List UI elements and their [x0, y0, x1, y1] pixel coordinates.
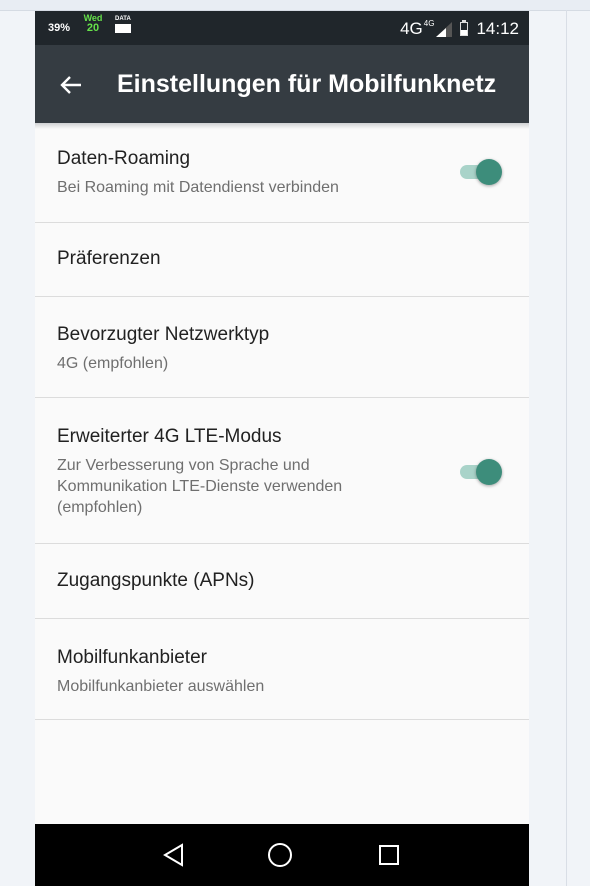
status-right: 4G 4G 14:12 — [400, 19, 519, 39]
setting-preferred-network-type[interactable]: Bevorzugter Netzwerktyp 4G (empfohlen) — [35, 297, 529, 398]
clock: 14:12 — [476, 19, 519, 38]
navigation-bar — [35, 824, 529, 886]
network-type-small: 4G — [423, 18, 435, 28]
setting-title: Erweiterter 4G LTE-Modus — [57, 426, 282, 447]
nav-home-icon — [268, 843, 292, 867]
setting-subtitle: Zur Verbesserung von Sprache und Kommuni… — [57, 457, 343, 516]
browser-frame-top — [0, 0, 590, 11]
status-bar: 39% Wed 20 DATA 4G 4G 14:12 — [35, 11, 529, 45]
setting-preferences[interactable]: Präferenzen — [35, 223, 529, 297]
back-button[interactable] — [51, 65, 91, 105]
data-icon: DATA — [115, 16, 135, 36]
setting-title: Bevorzugter Netzwerktyp — [57, 324, 270, 345]
data-roaming-toggle[interactable] — [457, 157, 503, 187]
setting-subtitle: 4G (empfohlen) — [57, 355, 169, 372]
nav-home-button[interactable] — [265, 840, 295, 870]
nav-back-button[interactable] — [159, 840, 189, 870]
setting-data-roaming[interactable]: Daten-Roaming Bei Roaming mit Datendiens… — [35, 123, 529, 223]
nav-recents-button[interactable] — [374, 840, 404, 870]
setting-network-operators[interactable]: Mobilfunkanbieter Mobilfunkanbieter ausw… — [35, 619, 529, 720]
battery-icon — [460, 20, 469, 36]
setting-title: Zugangspunkte (APNs) — [57, 570, 255, 591]
network-type: 4G — [400, 19, 423, 38]
phone-screen: 39% Wed 20 DATA 4G 4G 14:12 Einstellunge… — [35, 11, 529, 886]
setting-enhanced-4g-lte[interactable]: Erweiterter 4G LTE-Modus Zur Verbesserun… — [35, 398, 529, 544]
date-indicator: Wed 20 — [81, 14, 105, 34]
enhanced-lte-toggle[interactable] — [457, 457, 503, 487]
setting-subtitle: Bei Roaming mit Datendienst verbinden — [57, 179, 339, 196]
signal-icon — [436, 21, 453, 37]
arrow-back-icon — [60, 76, 81, 94]
app-toolbar: Einstellungen für Mobilfunknetz — [35, 45, 529, 123]
nav-back-icon — [163, 843, 183, 867]
setting-subtitle: Mobilfunkanbieter auswählen — [57, 678, 265, 695]
nav-recents-icon — [379, 845, 399, 865]
setting-title: Präferenzen — [57, 248, 161, 269]
browser-frame-divider — [566, 10, 567, 886]
battery-percent: 39% — [48, 22, 71, 34]
setting-title: Mobilfunkanbieter — [57, 647, 207, 668]
setting-access-point-names[interactable]: Zugangspunkte (APNs) — [35, 544, 529, 619]
data-label: DATA — [115, 16, 131, 22]
setting-title: Daten-Roaming — [57, 148, 191, 169]
page-title: Einstellungen für Mobilfunknetz — [117, 70, 497, 98]
date-number: 20 — [86, 22, 100, 34]
